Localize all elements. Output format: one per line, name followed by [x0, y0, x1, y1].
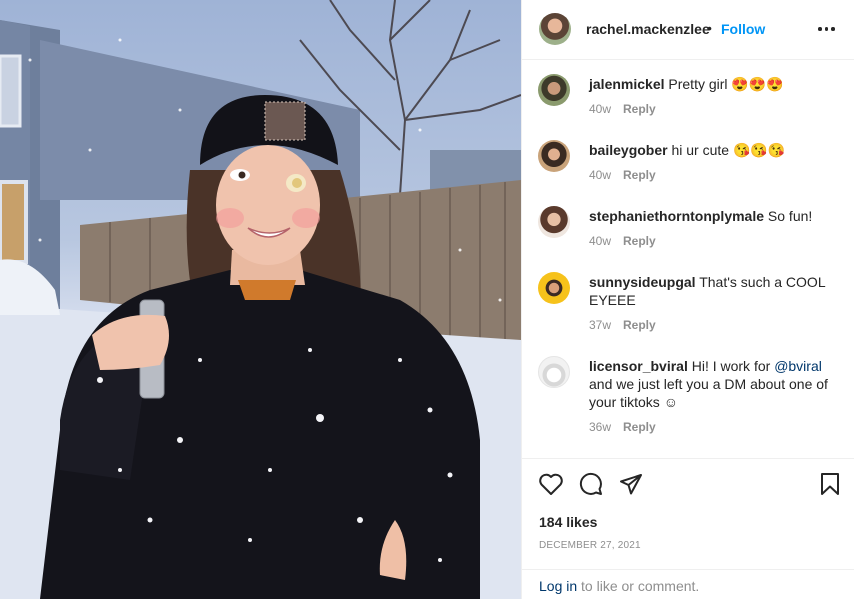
- comment-time: 40w: [589, 102, 612, 116]
- reply-button[interactable]: Reply: [623, 102, 656, 116]
- comment-username[interactable]: jalenmickel: [589, 76, 665, 92]
- photo-illustration: [0, 0, 521, 599]
- heart-icon[interactable]: [538, 472, 564, 501]
- comment-meta: 40w Reply: [589, 234, 656, 248]
- comment-meta: 40w Reply: [589, 168, 656, 182]
- reply-button[interactable]: Reply: [623, 234, 656, 248]
- comment-mention-link[interactable]: @bviral: [774, 358, 822, 374]
- comment-meta: 36w Reply: [589, 420, 656, 434]
- comment-time: 36w: [589, 420, 612, 434]
- comment-text: baileygober hi ur cute 😘😘😘: [589, 141, 845, 159]
- commenter-avatar[interactable]: [538, 140, 570, 172]
- follow-button[interactable]: Follow: [721, 21, 765, 37]
- post-header: rachel.mackenzlee • Follow: [522, 0, 854, 60]
- comment-body: hi ur cute 😘😘😘: [671, 142, 786, 158]
- comment-username[interactable]: licensor_bviral: [589, 358, 688, 374]
- comment-text: licensor_bviral Hi! I work for @bviral a…: [589, 357, 845, 411]
- comment-meta: 40w Reply: [589, 102, 656, 116]
- commenter-avatar[interactable]: [538, 206, 570, 238]
- reply-button[interactable]: Reply: [623, 318, 656, 332]
- commenter-avatar[interactable]: [538, 272, 570, 304]
- comment-meta: 37w Reply: [589, 318, 656, 332]
- comment-text: sunnysideupgal That's such a COOL EYEEE: [589, 273, 845, 309]
- comment-time: 40w: [589, 168, 612, 182]
- comment-time: 40w: [589, 234, 612, 248]
- more-options-icon[interactable]: [818, 27, 835, 31]
- post-actions: 184 likes DECEMBER 27, 2021 Log in to li…: [522, 458, 854, 598]
- commenter-avatar[interactable]: [538, 74, 570, 106]
- author-username[interactable]: rachel.mackenzlee: [586, 21, 710, 37]
- reply-button[interactable]: Reply: [623, 420, 656, 434]
- post-date: DECEMBER 27, 2021: [539, 540, 641, 551]
- comment-icon[interactable]: [579, 472, 603, 501]
- login-link[interactable]: Log in: [539, 578, 577, 594]
- commenter-avatar[interactable]: [538, 356, 570, 388]
- comment-time: 37w: [589, 318, 612, 332]
- comment-body: So fun!: [767, 208, 813, 224]
- bookmark-icon[interactable]: [819, 472, 841, 501]
- author-avatar[interactable]: [539, 13, 571, 45]
- login-prompt: Log in to like or comment.: [522, 569, 854, 599]
- reply-button[interactable]: Reply: [623, 168, 656, 182]
- comment-body-end: and we just left you a DM about one of y…: [589, 376, 828, 410]
- header-separator: •: [707, 20, 712, 36]
- share-icon[interactable]: [619, 472, 643, 501]
- comment-text: jalenmickel Pretty girl 😍😍😍: [589, 75, 845, 93]
- login-prompt-text: to like or comment.: [577, 578, 700, 594]
- comment-body: Pretty girl 😍😍😍: [668, 76, 784, 92]
- post-side-panel: rachel.mackenzlee • Follow jalenmickel P…: [521, 0, 854, 599]
- post-photo[interactable]: [0, 0, 521, 599]
- comment-username[interactable]: sunnysideupgal: [589, 274, 696, 290]
- comment-body-start: Hi! I work for: [691, 358, 775, 374]
- comment-text: stephaniethorntonplymale So fun!: [589, 207, 845, 225]
- likes-count[interactable]: 184 likes: [539, 514, 597, 530]
- comment-username[interactable]: baileygober: [589, 142, 668, 158]
- instagram-post: rachel.mackenzlee • Follow jalenmickel P…: [0, 0, 854, 599]
- comment-username[interactable]: stephaniethorntonplymale: [589, 208, 764, 224]
